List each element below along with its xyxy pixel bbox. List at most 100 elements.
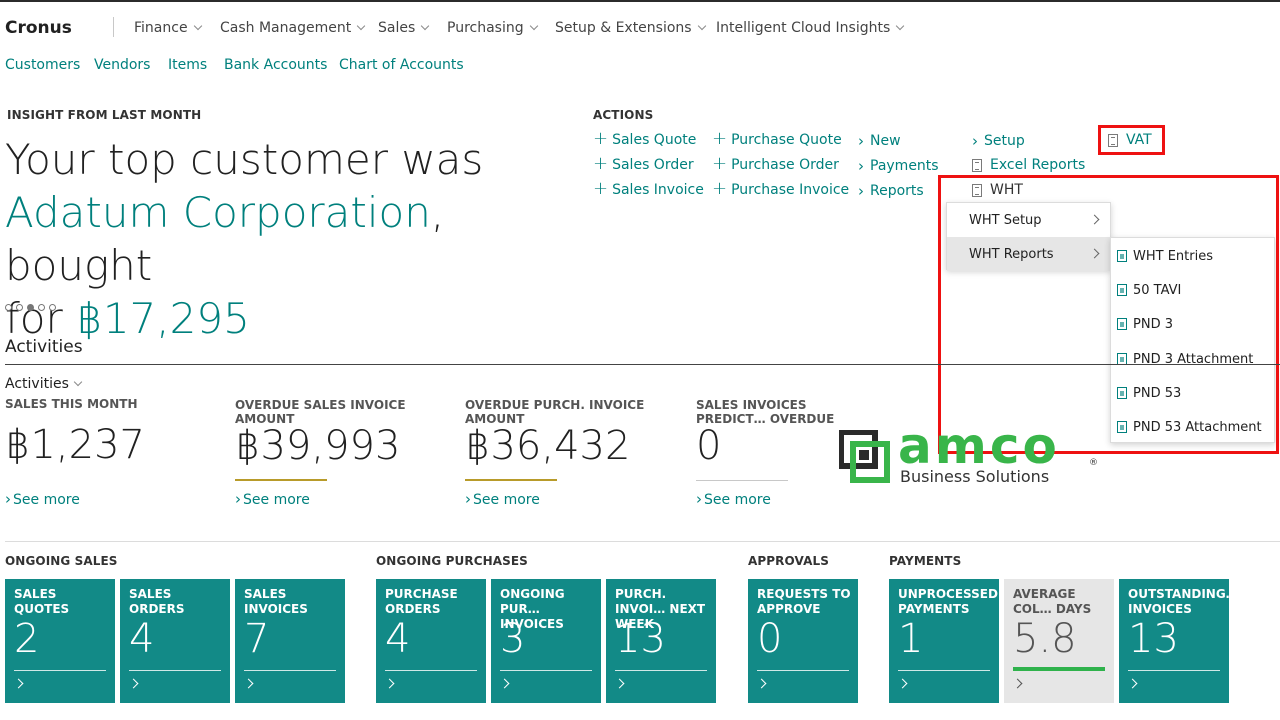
chevron-right-icon: ›	[858, 182, 864, 200]
tile-unprocessed-payments[interactable]: UNPROCESSED PAYMENTS 1	[889, 579, 999, 703]
action-label: Purchase Invoice	[731, 182, 850, 198]
document-icon	[972, 158, 982, 172]
nav-intelligent-cloud-insights[interactable]: Intelligent Cloud Insights	[716, 20, 905, 36]
insight-line-3: for ฿17,295	[5, 292, 585, 345]
link-vendors[interactable]: Vendors	[94, 57, 150, 73]
tile-sales-orders[interactable]: SALES ORDERS 4	[120, 579, 230, 703]
plus-icon: +	[712, 153, 728, 174]
action-sales-invoice[interactable]: + Sales Invoice	[593, 180, 704, 199]
action-sales-quote[interactable]: + Sales Quote	[593, 130, 697, 149]
tile-value: 2	[14, 616, 40, 662]
tile-purch-invoices-next-week[interactable]: PURCH. INVOI… NEXT WEEK 13	[606, 579, 716, 703]
chevron-right-icon: ›	[858, 132, 864, 150]
action-payments[interactable]: › Payments	[858, 157, 939, 175]
tile-sales-invoices[interactable]: SALES INVOICES 7	[235, 579, 345, 703]
nav-label: Purchasing	[447, 20, 524, 36]
chevron-down-icon	[421, 21, 430, 31]
wht-highlight-box	[938, 175, 1279, 454]
kpi-label: OVERDUE SALES INVOICE AMOUNT	[235, 398, 406, 426]
insight-headline: Your top customer was Adatum Corporation…	[5, 133, 585, 345]
action-purchase-order[interactable]: + Purchase Order	[712, 153, 839, 174]
company-name[interactable]: Cronus	[5, 18, 72, 38]
tile-divider	[500, 670, 592, 671]
nav-purchasing[interactable]: Purchasing	[447, 20, 539, 36]
top-customer-name[interactable]: Adatum Corporation	[5, 188, 431, 237]
activities-group-toggle[interactable]: Activities	[5, 376, 83, 392]
plus-icon: +	[712, 128, 728, 149]
tile-average-collection-days[interactable]: AVERAGE COL… DAYS 5.8	[1004, 579, 1114, 703]
chevron-right-icon	[13, 678, 24, 689]
tile-value: 13	[1128, 616, 1179, 662]
link-chart-of-accounts[interactable]: Chart of Accounts	[339, 57, 464, 73]
tile-label: UNPROCESSED PAYMENTS	[898, 587, 998, 616]
group-payments: PAYMENTS	[889, 554, 962, 568]
action-reports[interactable]: › Reports	[858, 182, 924, 200]
kpi-sales-invoices-predicted-overdue[interactable]: SALES INVOICES PREDICT… OVERDUE 0	[696, 398, 856, 469]
chevron-down-icon	[356, 21, 366, 31]
tile-label: AVERAGE COL… DAYS	[1013, 587, 1092, 616]
tile-divider	[757, 670, 849, 671]
link-bank-accounts[interactable]: Bank Accounts	[224, 57, 327, 73]
nav-finance[interactable]: Finance	[134, 20, 203, 36]
carousel-dot[interactable]	[5, 304, 12, 311]
chevron-right-icon	[756, 678, 767, 689]
link-customers[interactable]: Customers	[5, 57, 80, 73]
tile-label: PURCHASE ORDERS	[385, 587, 458, 616]
carousel-dot[interactable]	[16, 304, 23, 311]
tile-outstanding-invoices[interactable]: OUTSTANDING… INVOICES 13	[1119, 579, 1238, 703]
actions-caption: ACTIONS	[593, 108, 654, 122]
action-setup[interactable]: › Setup	[972, 132, 1025, 150]
action-label: Purchase Quote	[731, 132, 842, 148]
tile-divider	[385, 670, 477, 671]
top-border	[0, 0, 1280, 2]
tile-value: 13	[615, 616, 666, 662]
chevron-down-icon	[73, 377, 83, 387]
see-more-link[interactable]: › See more	[5, 490, 80, 508]
tile-label: REQUESTS TO APPROVE	[757, 587, 851, 616]
tile-value: 0	[757, 616, 783, 662]
tile-purchase-orders[interactable]: PURCHASE ORDERS 4	[376, 579, 486, 703]
carousel-dot[interactable]	[27, 304, 34, 311]
tile-label: OUTSTANDING… INVOICES	[1128, 587, 1238, 616]
see-more-label: See more	[13, 492, 80, 508]
action-purchase-invoice[interactable]: + Purchase Invoice	[712, 180, 850, 199]
tile-label: SALES ORDERS	[129, 587, 185, 616]
action-sales-order[interactable]: + Sales Order	[593, 153, 694, 174]
insight-amount[interactable]: ฿17,295	[76, 294, 250, 343]
action-new[interactable]: › New	[858, 132, 901, 150]
see-more-link[interactable]: › See more	[235, 490, 310, 508]
action-vat[interactable]: VAT	[1108, 132, 1152, 148]
link-items[interactable]: Items	[168, 57, 207, 73]
action-excel-reports[interactable]: Excel Reports	[972, 157, 1085, 173]
action-label: VAT	[1126, 132, 1152, 148]
see-more-link[interactable]: › See more	[465, 490, 540, 508]
nav-setup-extensions[interactable]: Setup & Extensions	[555, 20, 707, 36]
carousel-dot[interactable]	[38, 304, 45, 311]
see-more-link[interactable]: › See more	[696, 490, 771, 508]
kpi-status-bar	[696, 480, 788, 481]
kpi-overdue-sales-invoice[interactable]: OVERDUE SALES INVOICE AMOUNT ฿39,993	[235, 398, 435, 469]
kpi-sales-this-month[interactable]: SALES THIS MONTH ฿1,237	[5, 397, 205, 468]
action-purchase-quote[interactable]: + Purchase Quote	[712, 128, 842, 149]
chevron-down-icon	[697, 21, 706, 31]
nav-sales[interactable]: Sales	[378, 20, 430, 36]
activities-divider	[5, 364, 1280, 365]
amco-logo-mark	[838, 429, 891, 488]
action-label: Sales Quote	[612, 132, 697, 148]
tile-ongoing-purchase-invoices[interactable]: ONGOING PUR… INVOICES 3	[491, 579, 601, 703]
carousel-dot[interactable]	[49, 304, 56, 311]
chevron-right-icon: ›	[858, 157, 864, 175]
action-label: New	[870, 133, 901, 149]
nav-cash-management[interactable]: Cash Management	[220, 20, 366, 36]
tile-divider	[129, 670, 221, 671]
tile-divider	[244, 670, 336, 671]
carousel-dots[interactable]	[5, 304, 56, 311]
action-label: Sales Order	[612, 157, 694, 173]
tile-requests-to-approve[interactable]: REQUESTS TO APPROVE 0	[748, 579, 858, 703]
tile-value: 7	[244, 616, 270, 662]
plus-icon: +	[593, 153, 609, 174]
tile-sales-quotes[interactable]: SALES QUOTES 2	[5, 579, 115, 703]
tile-value: 4	[385, 616, 411, 662]
kpi-overdue-purch-invoice[interactable]: OVERDUE PURCH. INVOICE AMOUNT ฿36,432	[465, 398, 665, 469]
action-label: Payments	[870, 158, 939, 174]
